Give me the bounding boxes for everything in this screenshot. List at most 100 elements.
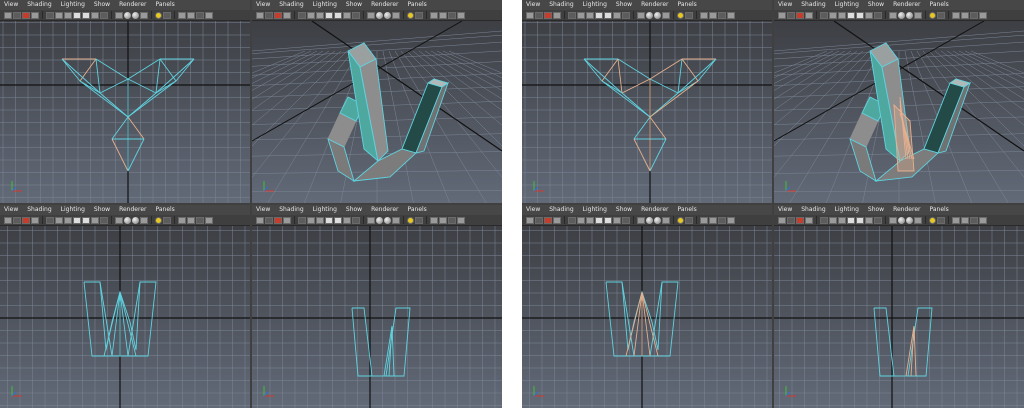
xray-icon[interactable] (718, 216, 726, 224)
smooth-shade-icon[interactable] (646, 11, 653, 19)
field-chart-icon[interactable] (856, 11, 864, 19)
grid-icon[interactable] (46, 216, 54, 224)
safe-title-icon[interactable] (622, 216, 630, 224)
textured-icon[interactable] (140, 11, 148, 19)
isolate-select-icon[interactable] (439, 216, 447, 224)
safe-title-icon[interactable] (874, 11, 882, 19)
field-chart-icon[interactable] (82, 216, 90, 224)
bookmark-icon[interactable] (544, 216, 552, 224)
camera-icon[interactable] (4, 11, 12, 19)
isolate-select-icon[interactable] (187, 11, 195, 19)
menu-renderer[interactable]: Renderer (893, 0, 920, 10)
menu-panels[interactable]: Panels (155, 205, 174, 215)
xray-icon[interactable] (196, 11, 204, 19)
field-chart-icon[interactable] (856, 216, 864, 224)
camera-icon[interactable] (4, 216, 12, 224)
wireframe-icon[interactable] (637, 11, 645, 19)
camera-attributes-icon[interactable] (787, 11, 795, 19)
textured-icon[interactable] (392, 216, 400, 224)
grid-icon[interactable] (820, 11, 828, 19)
isolate-select-icon[interactable] (961, 11, 969, 19)
wireframe-icon[interactable] (115, 216, 123, 224)
viewport-top[interactable]: View Shading Lighting Show Renderer Panels (522, 0, 772, 203)
camera-icon[interactable] (778, 11, 786, 19)
textured-icon[interactable] (914, 216, 922, 224)
wireframe-icon[interactable] (889, 11, 897, 19)
bookmark-icon[interactable] (274, 11, 282, 19)
camera-icon[interactable] (526, 11, 534, 19)
grid-icon[interactable] (46, 11, 54, 19)
film-gate-icon[interactable] (307, 11, 315, 19)
camera-attributes-icon[interactable] (13, 216, 21, 224)
film-gate-icon[interactable] (829, 11, 837, 19)
camera-attributes-icon[interactable] (535, 11, 543, 19)
film-gate-icon[interactable] (55, 216, 63, 224)
shadows-icon[interactable] (952, 216, 960, 224)
safe-title-icon[interactable] (874, 216, 882, 224)
menu-panels[interactable]: Panels (155, 0, 174, 10)
safe-action-icon[interactable] (865, 216, 873, 224)
camera-icon[interactable] (256, 216, 264, 224)
field-chart-icon[interactable] (334, 216, 342, 224)
textured-icon[interactable] (662, 216, 670, 224)
xray-joints-icon[interactable] (727, 216, 735, 224)
safe-title-icon[interactable] (622, 11, 630, 19)
menu-panels[interactable]: Panels (929, 0, 948, 10)
menu-show[interactable]: Show (94, 0, 110, 10)
menu-panels[interactable]: Panels (407, 0, 426, 10)
safe-action-icon[interactable] (91, 11, 99, 19)
bookmark-icon[interactable] (22, 216, 30, 224)
shadows-icon[interactable] (952, 11, 960, 19)
gate-mask-icon[interactable] (325, 216, 333, 224)
camera-icon[interactable] (778, 216, 786, 224)
menu-shading[interactable]: Shading (549, 0, 573, 10)
xray-icon[interactable] (448, 216, 456, 224)
menu-view[interactable]: View (526, 0, 540, 10)
film-gate-icon[interactable] (55, 11, 63, 19)
resolution-gate-icon[interactable] (316, 216, 324, 224)
default-light-icon[interactable] (677, 11, 684, 19)
menu-renderer[interactable]: Renderer (371, 0, 398, 10)
menu-renderer[interactable]: Renderer (119, 205, 146, 215)
grid-icon[interactable] (568, 216, 576, 224)
menu-panels[interactable]: Panels (677, 0, 696, 10)
default-light-icon[interactable] (929, 11, 936, 19)
all-lights-icon[interactable] (937, 11, 945, 19)
gate-mask-icon[interactable] (73, 216, 81, 224)
default-light-icon[interactable] (407, 11, 414, 19)
menu-show[interactable]: Show (94, 205, 110, 215)
camera-icon[interactable] (256, 11, 264, 19)
all-lights-icon[interactable] (415, 216, 423, 224)
smooth-shade-icon[interactable] (376, 11, 383, 19)
menu-show[interactable]: Show (868, 0, 884, 10)
default-light-icon[interactable] (677, 216, 684, 224)
menu-lighting[interactable]: Lighting (313, 0, 337, 10)
default-material-icon[interactable] (654, 216, 661, 224)
menu-shading[interactable]: Shading (801, 0, 825, 10)
resolution-gate-icon[interactable] (586, 11, 594, 19)
gate-mask-icon[interactable] (595, 11, 603, 19)
default-material-icon[interactable] (384, 11, 391, 19)
menu-show[interactable]: Show (346, 205, 362, 215)
textured-icon[interactable] (662, 11, 670, 19)
menu-show[interactable]: Show (346, 0, 362, 10)
camera-attributes-icon[interactable] (535, 216, 543, 224)
bookmark-icon[interactable] (796, 11, 804, 19)
smooth-shade-icon[interactable] (898, 11, 905, 19)
camera-icon[interactable] (526, 216, 534, 224)
wireframe-icon[interactable] (889, 216, 897, 224)
gate-mask-icon[interactable] (73, 11, 81, 19)
menu-renderer[interactable]: Renderer (641, 205, 668, 215)
textured-icon[interactable] (140, 216, 148, 224)
smooth-shade-icon[interactable] (124, 11, 131, 19)
safe-action-icon[interactable] (343, 216, 351, 224)
menu-lighting[interactable]: Lighting (835, 0, 859, 10)
shadows-icon[interactable] (178, 216, 186, 224)
safe-action-icon[interactable] (613, 11, 621, 19)
menu-shading[interactable]: Shading (27, 0, 51, 10)
menu-lighting[interactable]: Lighting (61, 205, 85, 215)
viewport-scene-side[interactable] (774, 226, 1024, 408)
viewport-front[interactable]: View Shading Lighting Show Renderer Panels (0, 205, 250, 408)
viewport-scene-persp[interactable] (252, 21, 502, 203)
all-lights-icon[interactable] (685, 216, 693, 224)
